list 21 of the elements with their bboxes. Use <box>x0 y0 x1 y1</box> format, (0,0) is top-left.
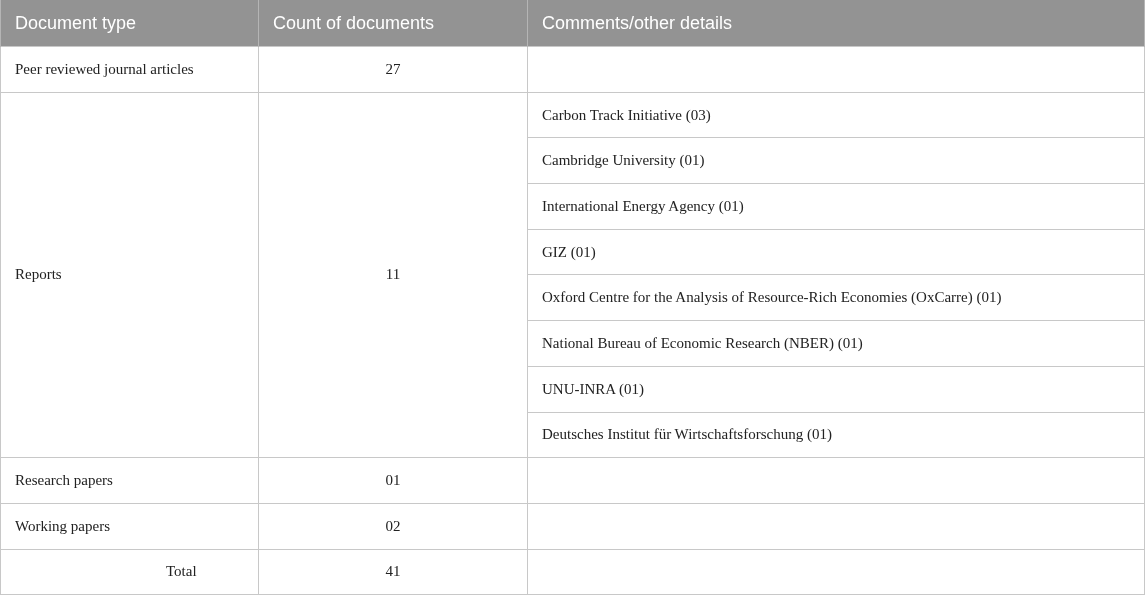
table-cell: UNU-INRA (01) <box>527 366 1145 412</box>
table-cell: Research papers <box>0 457 259 504</box>
table-cell: 41 <box>258 549 528 595</box>
table-cell: Cambridge University (01) <box>527 137 1145 184</box>
column-header: Document type <box>0 0 259 47</box>
table-cell: National Bureau of Economic Research (NBER) (01) <box>527 320 1145 367</box>
table-cell: Carbon Track Initiative (03) <box>527 92 1145 138</box>
table-cell: Peer reviewed journal articles <box>0 46 259 93</box>
table-cell: Working papers <box>0 503 259 550</box>
table-cell: 11 <box>258 92 528 458</box>
table-cell: International Energy Agency (01) <box>527 183 1145 230</box>
table-cell: 01 <box>258 457 528 504</box>
total-label: Total <box>0 549 259 595</box>
table-cell: Oxford Centre for the Analysis of Resource-Rich Economies (OxCarre) (01) <box>527 274 1145 321</box>
table-cell: 02 <box>258 503 528 550</box>
column-header: Count of documents <box>258 0 528 47</box>
table-cell: Reports <box>0 92 259 458</box>
column-header: Comments/other details <box>527 0 1145 47</box>
table-cell: GIZ (01) <box>527 229 1145 275</box>
table-cell: 27 <box>258 46 528 93</box>
table-cell: Deutsches Institut für Wirtschaftsforschung (01) <box>527 412 1145 458</box>
